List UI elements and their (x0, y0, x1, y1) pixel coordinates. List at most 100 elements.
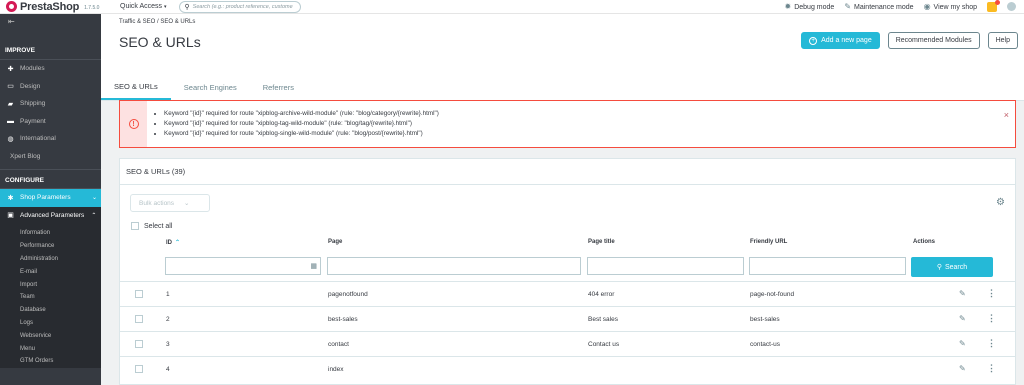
tab-referrers[interactable]: Referrers (250, 74, 307, 100)
filter-page-input[interactable] (327, 257, 581, 275)
select-all[interactable]: Select all (131, 222, 172, 230)
sidebar-item-modules[interactable]: ✚ Modules (0, 60, 101, 78)
help-button[interactable]: Help (987, 32, 1018, 49)
error-message: Keyword "{id}" required for route "xipbl… (164, 130, 439, 140)
notifications-icon[interactable] (987, 0, 1000, 12)
card-icon: ▬ (7, 117, 14, 125)
row-checkbox[interactable] (135, 290, 143, 298)
search-placeholder: Search (e.g.: product reference, custome (192, 3, 293, 10)
calendar-icon: ▦ (310, 263, 317, 270)
submenu-item-import[interactable]: Import (0, 278, 101, 291)
edit-icon[interactable]: ✎ (959, 364, 966, 373)
cell-id: 2 (166, 316, 170, 323)
sidebar-item-shop-parameters[interactable]: ✱ Shop Parameters ⌄ (0, 189, 101, 207)
cell-page-title: 404 error (588, 291, 615, 298)
column-header-actions: Actions (913, 239, 936, 245)
sidebar: ⇤ IMPROVE ✚ Modules ▭ Design ▰ Shipping ▬ Pa… (0, 14, 101, 385)
filter-friendly-url-input[interactable] (749, 257, 906, 275)
submenu-item-gtm-orders[interactable]: GTM Orders (0, 355, 101, 368)
edit-icon[interactable]: ✎ (959, 314, 966, 323)
logo[interactable]: PrestaShop 1.7.5.0 (0, 1, 118, 13)
row-checkbox[interactable] (135, 315, 143, 323)
select-all-label: Select all (144, 222, 173, 230)
row-checkbox[interactable] (135, 340, 143, 348)
sidebar-item-xpert-blog[interactable]: Xpert Blog (0, 148, 101, 166)
edit-icon[interactable]: ✎ (959, 289, 966, 298)
submenu-item-database[interactable]: Database (0, 304, 101, 317)
cell-page: pagenotfound (328, 291, 368, 298)
filter-id-input[interactable]: ▦ (165, 257, 321, 275)
sidebar-item-advanced-parameters[interactable]: ▣ Advanced Parameters ⌃ (0, 206, 101, 224)
debug-mode-link[interactable]: ✹ Debug mode (785, 2, 835, 11)
filter-page-title-input[interactable] (587, 257, 744, 275)
tab-search-engines[interactable]: Search Engines (171, 74, 250, 100)
search-icon: ⚲ (184, 3, 190, 11)
table-row[interactable]: 2 best-sales Best sales best-sales ✎ ⋮ (120, 306, 1015, 331)
submenu-item-logs[interactable]: Logs (0, 317, 101, 330)
column-header-id[interactable]: ID ⌃ (166, 239, 180, 246)
more-actions-icon[interactable]: ⋮ (987, 288, 996, 299)
search-button[interactable]: ⚲ Search (911, 257, 993, 277)
submenu-item-information[interactable]: Information (0, 227, 101, 240)
tabs: SEO & URLs Search Engines Referrers (101, 74, 307, 100)
chevron-down-icon: ⌄ (184, 200, 190, 207)
select-all-checkbox[interactable] (131, 222, 139, 230)
cell-id: 4 (166, 366, 170, 373)
tab-seo-urls[interactable]: SEO & URLs (101, 74, 171, 100)
submenu-item-menu[interactable]: Menu (0, 342, 101, 355)
cell-page: best-sales (328, 316, 358, 323)
quick-access-dropdown[interactable]: Quick Access ▾ (120, 3, 167, 10)
table-row[interactable]: 4 index ✎ ⋮ (120, 356, 1015, 381)
panel-title: SEO & URLs (39) (120, 159, 1015, 185)
page-header: Traffic & SEO / SEO & URLs SEO & URLs + A… (101, 14, 1024, 101)
sidebar-item-label: Shop Parameters (20, 194, 71, 202)
add-page-button[interactable]: + Add a new page (801, 32, 880, 49)
sort-asc-icon[interactable]: ⌃ (175, 240, 180, 246)
sidebar-item-label: Shipping (20, 100, 46, 108)
cell-friendly-url: page-not-found (750, 291, 795, 298)
truck-icon: ▰ (7, 100, 14, 108)
view-shop-link[interactable]: ◉ View my shop (924, 2, 977, 11)
menu-collapse-icon[interactable]: ⇤ (0, 14, 101, 40)
breadcrumb: Traffic & SEO / SEO & URLs (119, 19, 196, 25)
cell-friendly-url: contact-us (750, 341, 780, 348)
error-list: Keyword "{id}" required for route "xipbl… (164, 110, 439, 140)
globe-icon: ◍ (7, 135, 14, 143)
debug-mode-label: Debug mode (794, 4, 835, 11)
recommended-modules-button[interactable]: Recommended Modules (887, 32, 980, 49)
submenu-item-performance[interactable]: Performance (0, 240, 101, 253)
sidebar-item-design[interactable]: ▭ Design (0, 78, 101, 96)
cell-page: index (328, 366, 344, 373)
table-row[interactable]: 1 pagenotfound 404 error page-not-found … (120, 281, 1015, 306)
submenu-item-administration[interactable]: Administration (0, 253, 101, 266)
more-actions-icon[interactable]: ⋮ (987, 338, 996, 349)
caret-down-icon: ▾ (164, 4, 167, 10)
quick-access-label: Quick Access (120, 3, 163, 10)
breadcrumb-item[interactable]: Traffic & SEO (119, 19, 155, 25)
avatar[interactable] (1007, 2, 1016, 11)
submenu-item-webservice[interactable]: Webservice (0, 329, 101, 342)
table-row[interactable]: 3 contact Contact us contact-us ✎ ⋮ (120, 331, 1015, 356)
submenu-item-team[interactable]: Team (0, 291, 101, 304)
search-input[interactable]: ⚲ Search (e.g.: product reference, custo… (178, 0, 301, 13)
sidebar-item-label: Payment (20, 117, 46, 125)
more-actions-icon[interactable]: ⋮ (987, 363, 996, 374)
gear-icon[interactable]: ⚙ (996, 197, 1005, 208)
close-icon[interactable]: × (1004, 110, 1009, 120)
breadcrumb-item[interactable]: SEO & URLs (160, 19, 195, 25)
eye-icon: ◉ (923, 2, 931, 11)
sidebar-item-shipping[interactable]: ▰ Shipping (0, 95, 101, 113)
bulk-actions-dropdown[interactable]: Bulk actions ⌄ (130, 194, 210, 212)
more-actions-icon[interactable]: ⋮ (987, 313, 996, 324)
sidebar-submenu: Information Performance Administration E… (0, 224, 101, 368)
error-message: Keyword "{id}" required for route "xipbl… (164, 110, 439, 120)
submenu-item-email[interactable]: E-mail (0, 265, 101, 278)
row-checkbox[interactable] (135, 365, 143, 373)
maintenance-mode-link[interactable]: ✎ Maintenance mode (844, 2, 913, 11)
logo-text: PrestaShop (20, 0, 80, 13)
sidebar-item-payment[interactable]: ▬ Payment (0, 113, 101, 131)
edit-icon[interactable]: ✎ (959, 339, 966, 348)
version: 1.7.5.0 (84, 5, 100, 11)
desktop-icon: ▭ (7, 83, 14, 91)
sidebar-item-international[interactable]: ◍ International (0, 130, 101, 148)
